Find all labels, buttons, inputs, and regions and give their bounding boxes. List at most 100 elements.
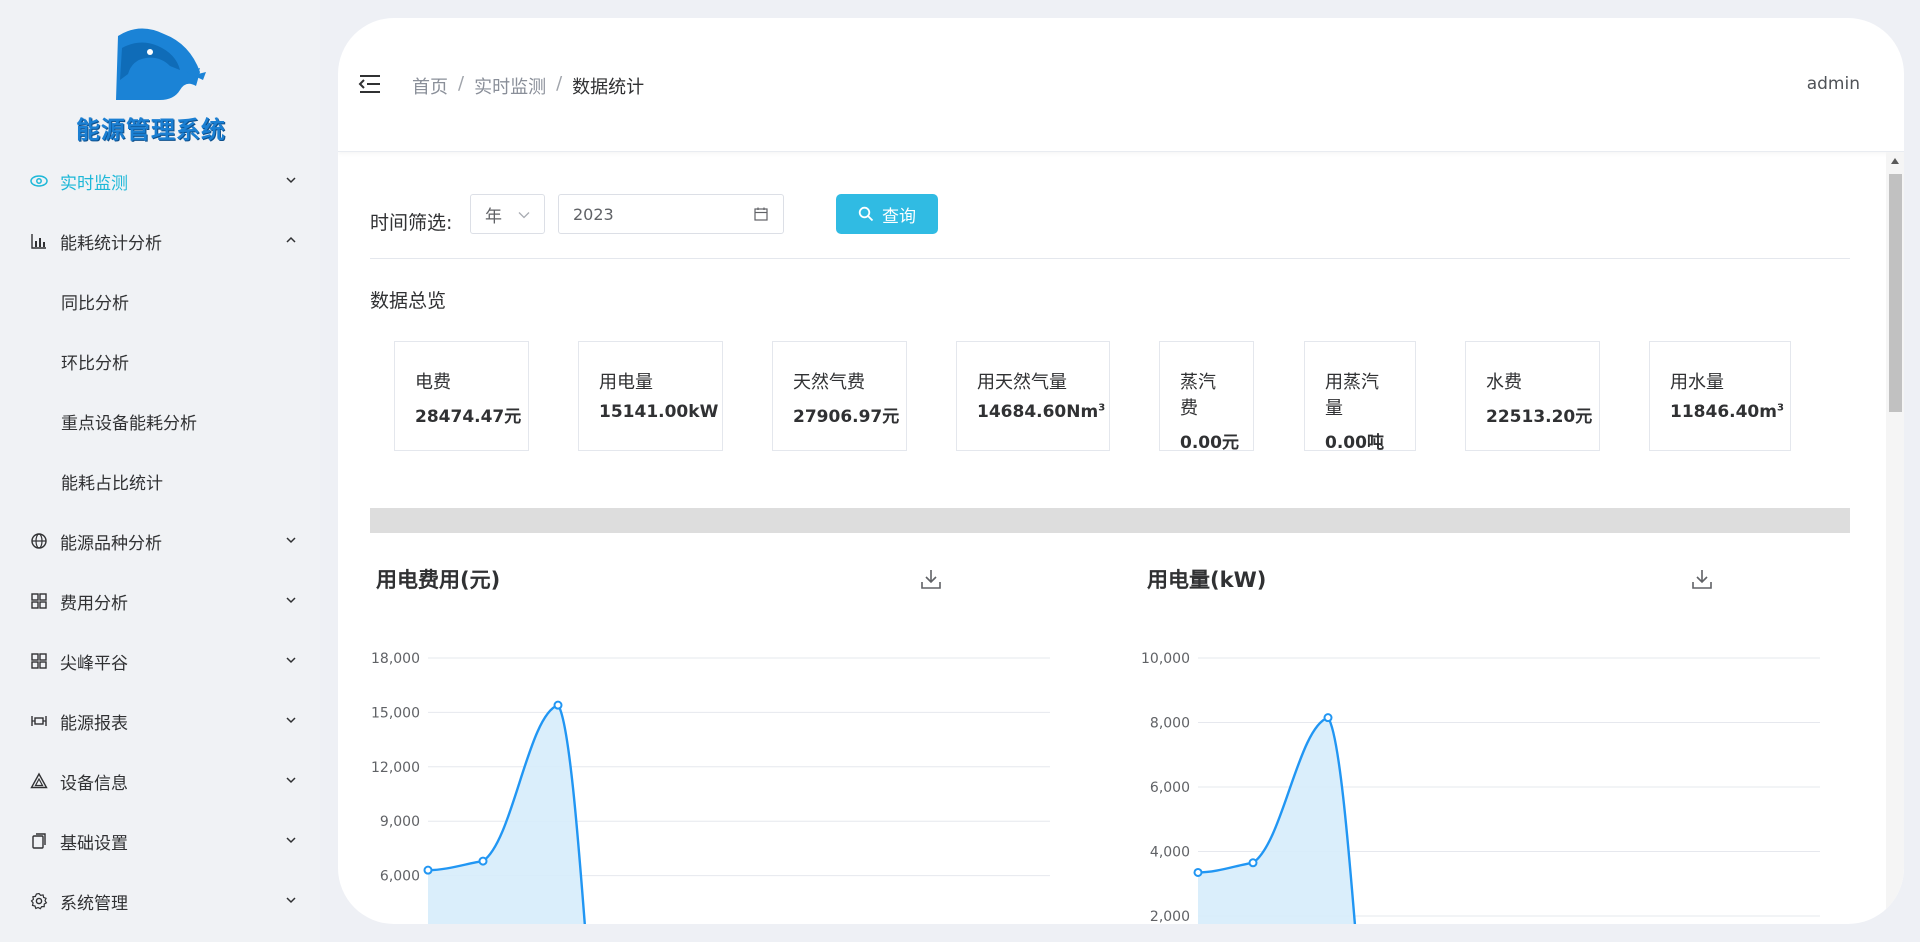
stat-label: 蒸汽费: [1180, 372, 1216, 419]
chevron-down-icon: [286, 177, 296, 184]
breadcrumb-separator: /: [458, 73, 465, 94]
sidebar-item-label: 费用分析: [60, 593, 128, 614]
sidebar-subitem-yoy[interactable]: 同比分析: [0, 271, 320, 331]
grid-icon: [30, 652, 48, 670]
search-button-label: 查询: [882, 206, 916, 227]
chevron-down-icon: [286, 717, 296, 724]
y-tick-label: 6,000: [1150, 780, 1190, 796]
stat-card-steam-cost: 蒸汽费 0.00元: [1159, 341, 1254, 453]
period-select-value: 年: [485, 206, 502, 227]
date-picker-value: 2023: [573, 204, 614, 224]
chevron-down-icon: [286, 837, 296, 844]
time-filter-label: 时间筛选:: [370, 212, 453, 234]
breadcrumb-home[interactable]: 首页: [412, 73, 448, 99]
sidebar-subitem-key-equipment[interactable]: 重点设备能耗分析: [0, 391, 320, 451]
sidebar-item-realtime-monitor[interactable]: 实时监测: [0, 151, 320, 211]
chevron-down-icon: [518, 212, 530, 219]
sidebar-item-label: 实时监测: [60, 173, 128, 194]
sidebar-item-label: 尖峰平谷: [60, 653, 128, 674]
data-point[interactable]: [1323, 713, 1333, 723]
search-button[interactable]: 查询: [836, 194, 938, 234]
triangle-icon: [30, 772, 48, 790]
stat-value: 28474.47元: [415, 407, 522, 427]
stat-value: 0.00吨: [1325, 433, 1384, 453]
sidebar-item-peak-valley[interactable]: 尖峰平谷: [0, 631, 320, 691]
sidebar-item-cost-analysis[interactable]: 费用分析: [0, 571, 320, 631]
period-select[interactable]: 年: [470, 194, 545, 234]
main-panel: 首页 / 实时监测 / 数据统计 admin 时间筛选: 年 2023 查询 数…: [338, 18, 1904, 924]
stat-label: 水费: [1486, 372, 1522, 393]
electricity-cost-chart: 18,000 15,000 12,000 9,000 6,000 3,000: [371, 651, 1050, 924]
top-navbar: 首页 / 实时监测 / 数据统计 admin: [338, 18, 1904, 152]
chevron-down-icon: [286, 597, 296, 604]
sidebar-item-label: 能源报表: [60, 713, 128, 734]
stat-card-electricity-usage: 用电量 15141.00kW: [578, 341, 723, 451]
sidebar-item-energy-type[interactable]: 能源品种分析: [0, 511, 320, 571]
stat-value: 27906.97元: [793, 407, 900, 427]
breadcrumb: 首页 / 实时监测 / 数据统计: [412, 73, 644, 99]
calendar-icon: [754, 207, 768, 221]
stat-label: 用天然气量: [977, 372, 1067, 393]
chevron-down-icon: [286, 777, 296, 784]
chart-title-electricity-usage: 用电量(kW): [1147, 568, 1267, 592]
overview-title: 数据总览: [370, 290, 447, 312]
stat-card-water-usage: 用水量 11846.40m3: [1649, 341, 1791, 451]
chevron-down-icon: [286, 897, 296, 904]
sidebar-subitem-ratio[interactable]: 能耗占比统计: [0, 451, 320, 511]
stat-label: 用水量: [1670, 372, 1724, 393]
eye-icon: [30, 172, 48, 190]
copy-icon: [30, 832, 48, 850]
chevron-down-icon: [286, 537, 296, 544]
scroll-up-arrow[interactable]: [1891, 158, 1899, 164]
sidebar-item-label: 基础设置: [60, 833, 128, 854]
stat-value: 15141.00kW: [599, 402, 719, 422]
chart-title-electricity-cost: 用电费用(元): [376, 568, 501, 592]
stat-label: 天然气费: [793, 372, 865, 393]
scrollbar-thumb[interactable]: [1889, 174, 1902, 412]
download-icon[interactable]: [1691, 568, 1713, 590]
breadcrumb-current: 数据统计: [572, 77, 645, 98]
scroll-down-arrow[interactable]: [1891, 912, 1899, 918]
report-icon: [30, 712, 48, 730]
year-date-picker[interactable]: 2023: [558, 194, 784, 234]
grid-icon: [30, 592, 48, 610]
collapse-menu-icon[interactable]: [358, 74, 382, 94]
breadcrumb-realtime[interactable]: 实时监测: [474, 73, 546, 99]
stat-card-water-cost: 水费 22513.20元: [1465, 341, 1600, 451]
data-point[interactable]: [1248, 858, 1258, 868]
sidebar-subitem-mom[interactable]: 环比分析: [0, 331, 320, 391]
sidebar-item-system-admin[interactable]: 系统管理: [0, 871, 320, 931]
sidebar-item-label: 系统管理: [60, 893, 128, 914]
stat-value: 0.00元: [1180, 433, 1239, 453]
stat-card-gas-usage: 用天然气量 14684.60Nm3: [956, 341, 1110, 451]
stat-label: 用电量: [599, 372, 653, 393]
overview-cards: 电费 28474.47元 用电量 15141.00kW 天然气费 27906.9…: [394, 341, 1804, 453]
section-separator-bar: [370, 508, 1850, 533]
y-tick-label: 10,000: [1141, 651, 1190, 667]
stat-value: 14684.60Nm3: [977, 402, 1106, 422]
content-scrollbar[interactable]: [1886, 152, 1904, 924]
sidebar-item-basic-settings[interactable]: 基础设置: [0, 811, 320, 871]
y-tick-label: 9,000: [380, 814, 420, 830]
sidebar-item-label: 能耗统计分析: [60, 233, 162, 254]
sidebar-item-energy-report[interactable]: 能源报表: [0, 691, 320, 751]
y-tick-label: 18,000: [371, 651, 420, 667]
content-area: 时间筛选: 年 2023 查询 数据总览 电费 28474.47元 用电量 15…: [338, 152, 1884, 924]
data-point[interactable]: [423, 865, 433, 875]
data-point[interactable]: [478, 856, 488, 866]
logo-title: 能源管理系统: [76, 116, 226, 144]
stat-value: 22513.20元: [1486, 407, 1593, 427]
data-point[interactable]: [553, 700, 563, 710]
download-icon[interactable]: [920, 568, 942, 590]
stat-card-electricity-cost: 电费 28474.47元: [394, 341, 529, 451]
sidebar: 能源管理系统 实时监测 能耗统计分析 同比分析 环比分析 重点设备能耗分析 能耗…: [0, 0, 320, 942]
sidebar-item-equipment-info[interactable]: 设备信息: [0, 751, 320, 811]
divider: [370, 258, 1850, 259]
stat-label: 用蒸汽量: [1325, 372, 1379, 419]
sidebar-item-energy-stats[interactable]: 能耗统计分析: [0, 211, 320, 271]
stat-value: 11846.40m3: [1670, 402, 1784, 422]
y-tick-label: 12,000: [371, 760, 420, 776]
user-menu[interactable]: admin: [1807, 74, 1860, 94]
data-point[interactable]: [1193, 867, 1203, 877]
stat-label: 电费: [415, 372, 451, 393]
